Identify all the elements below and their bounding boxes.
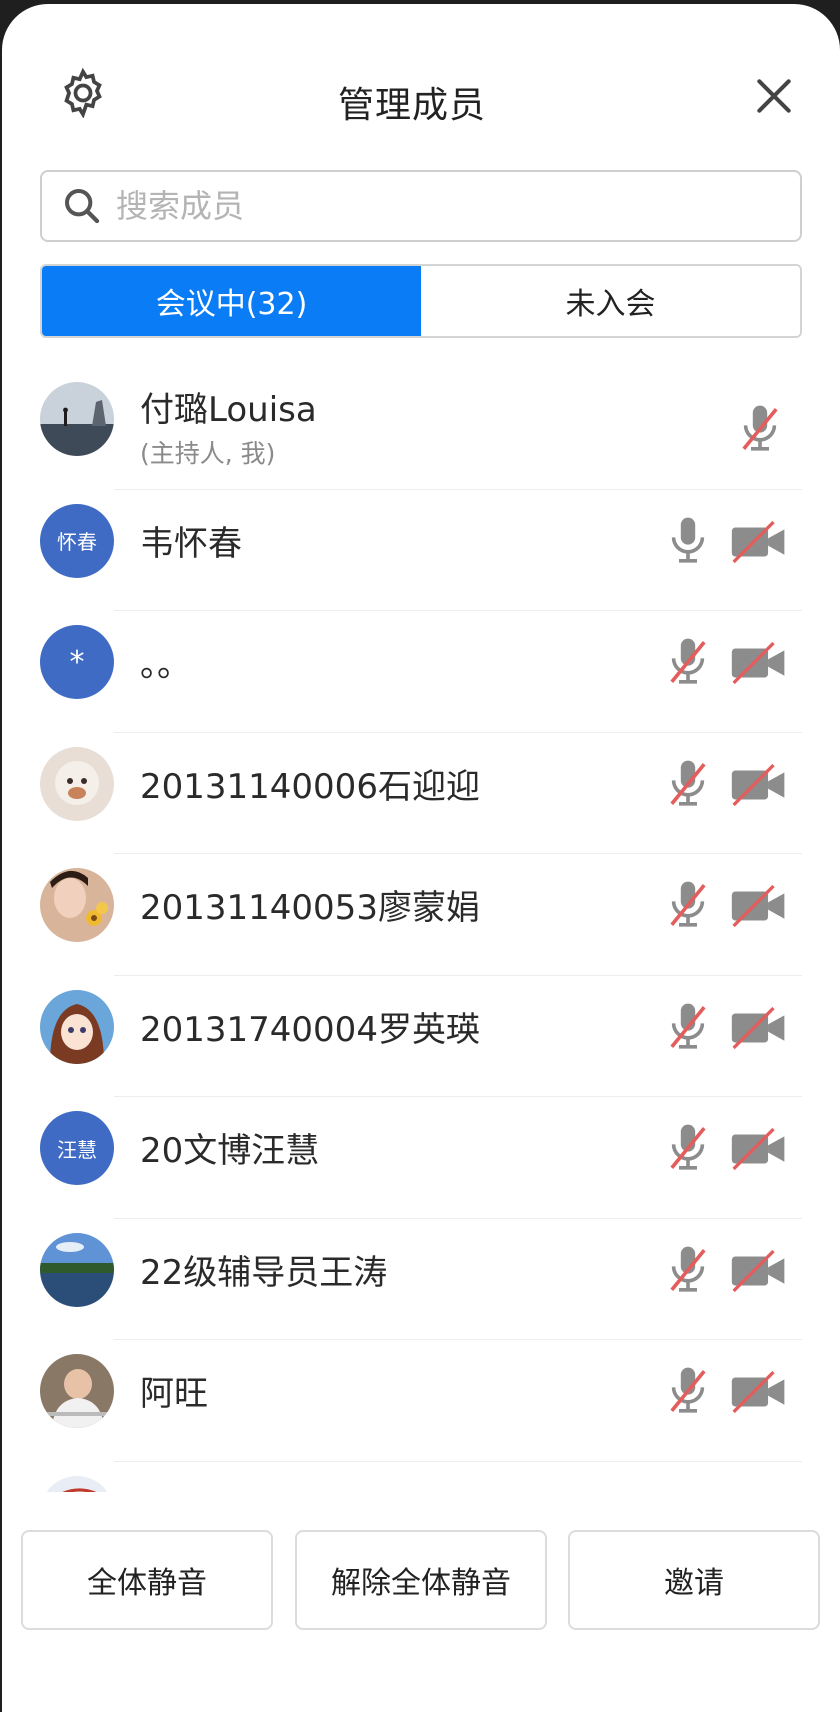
list-item[interactable]: 汪慧 20文博汪慧 xyxy=(2,1097,840,1219)
invite-button[interactable]: 邀请 xyxy=(568,1530,820,1630)
search-input[interactable] xyxy=(114,186,758,226)
list-item[interactable]: 怀春 韦怀春 xyxy=(2,490,840,611)
avatar xyxy=(40,868,114,942)
footer-actions: 全体静音 解除全体静音 邀请 xyxy=(2,1504,840,1630)
list-item-partial[interactable] xyxy=(2,1462,840,1492)
member-name: 20131140053廖蒙娟 xyxy=(140,888,480,928)
avatar: * xyxy=(40,625,114,699)
camera-off-icon[interactable] xyxy=(730,520,788,564)
mic-icon[interactable] xyxy=(666,514,710,568)
member-name: 。。 xyxy=(140,645,191,685)
list-item[interactable]: 20131740004罗英瑛 xyxy=(2,976,840,1097)
camera-off-icon[interactable] xyxy=(730,1370,788,1414)
avatar xyxy=(40,1354,114,1428)
avatar xyxy=(40,989,114,1064)
page-title: 管理成员 xyxy=(337,85,486,126)
avatar xyxy=(40,1475,114,1492)
member-name: 付璐Louisa xyxy=(140,390,317,430)
mic-muted-icon[interactable] xyxy=(666,635,710,689)
mic-muted-icon[interactable] xyxy=(666,1364,710,1418)
mic-muted-icon[interactable] xyxy=(738,402,782,456)
camera-off-icon[interactable] xyxy=(730,884,788,928)
avatar xyxy=(40,1232,114,1307)
camera-off-icon[interactable] xyxy=(730,641,788,685)
list-item[interactable]: * 。。 xyxy=(2,611,840,733)
mic-muted-icon[interactable] xyxy=(666,1000,710,1054)
list-item[interactable]: 20131140053廖蒙娟 xyxy=(2,854,840,976)
unmute-all-button[interactable]: 解除全体静音 xyxy=(295,1530,547,1630)
avatar xyxy=(40,382,114,456)
mic-muted-icon[interactable] xyxy=(666,1121,710,1175)
list-item[interactable]: 20131140006石迎迎 xyxy=(2,733,840,854)
member-name: 20131140006石迎迎 xyxy=(140,766,480,807)
member-name: 阿旺 xyxy=(140,1374,208,1414)
search-icon xyxy=(65,189,100,224)
member-name: 20131740004罗英瑛 xyxy=(140,1009,480,1050)
member-tabs: 会议中(32) 未入会 xyxy=(40,264,802,338)
mic-muted-icon[interactable] xyxy=(666,878,710,932)
list-item[interactable]: 22级辅导员王涛 xyxy=(2,1219,840,1340)
camera-off-icon[interactable] xyxy=(730,1249,788,1293)
member-name: 22级辅导员王涛 xyxy=(140,1252,388,1293)
tab-in-meeting[interactable]: 会议中(32) xyxy=(42,266,421,336)
mic-muted-icon[interactable] xyxy=(666,1243,710,1297)
camera-off-icon[interactable] xyxy=(730,1127,788,1171)
member-name: 韦怀春 xyxy=(140,523,242,564)
list-item[interactable]: 阿旺 xyxy=(2,1340,840,1462)
camera-off-icon[interactable] xyxy=(730,1006,788,1050)
camera-off-icon[interactable] xyxy=(730,763,788,807)
member-name: 20文博汪慧 xyxy=(140,1131,320,1171)
tab-not-joined[interactable]: 未入会 xyxy=(421,266,800,336)
avatar: 怀春 xyxy=(40,503,114,578)
member-role: (主持人, 我) xyxy=(140,439,276,468)
member-list[interactable]: 付璐Louisa (主持人, 我) 怀春 韦怀春 * 。。 2013114000… xyxy=(2,368,840,1492)
list-item[interactable]: 付璐Louisa (主持人, 我) xyxy=(2,368,840,490)
mute-all-button[interactable]: 全体静音 xyxy=(21,1530,273,1630)
search-bar[interactable] xyxy=(40,170,802,242)
avatar xyxy=(40,746,114,821)
close-icon[interactable] xyxy=(752,74,796,118)
mic-muted-icon[interactable] xyxy=(666,757,710,811)
manage-members-sheet: 管理成员 会议中(32) 未入会 付璐Lou xyxy=(2,4,840,1712)
header: 管理成员 xyxy=(2,4,840,154)
avatar: 汪慧 xyxy=(40,1111,114,1185)
